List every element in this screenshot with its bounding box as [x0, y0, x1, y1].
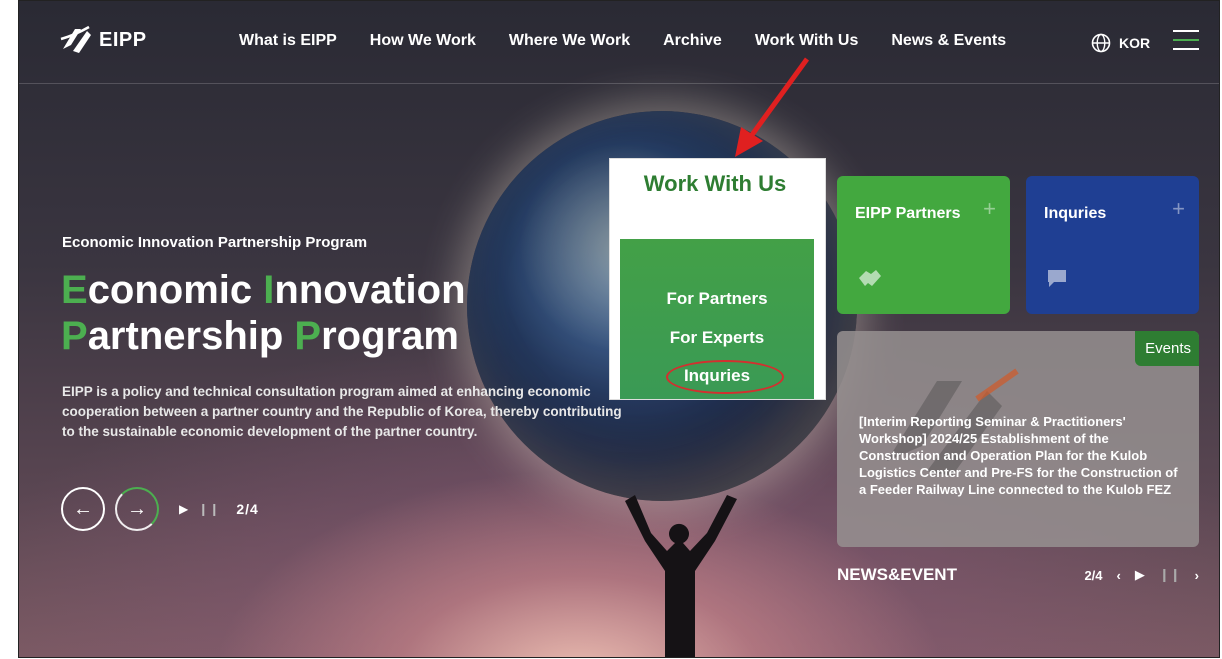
menu-item-archive[interactable]: Archive — [663, 32, 722, 50]
hero-eyebrow: Economic Innovation Partnership Program — [62, 234, 368, 251]
event-badge: Events — [1135, 331, 1199, 366]
event-card[interactable]: Events [Interim Reporting Seminar & Prac… — [837, 331, 1199, 547]
logo-text: EIPP — [99, 28, 147, 51]
arrow-left-icon: ← — [73, 497, 93, 520]
menu-item-how-we-work[interactable]: How We Work — [370, 32, 476, 50]
slide-counter: 2/4 — [236, 501, 259, 517]
news-counter: 2/4 — [1084, 567, 1103, 583]
pause-icon[interactable]: ❙❙ — [198, 502, 220, 516]
news-event-bar: NEWS&EVENT 2/4 ‹ ▶ ❙❙ › — [837, 565, 1199, 589]
plus-icon: + — [983, 196, 996, 221]
chevron-right-icon[interactable]: › — [1195, 568, 1199, 583]
slider-controls: ← → ▶ ❙❙ 2/4 — [61, 487, 259, 531]
previous-slide-button[interactable]: ← — [61, 487, 105, 531]
language-switcher[interactable]: KOR — [1091, 33, 1150, 53]
next-slide-button[interactable]: → — [115, 487, 159, 531]
event-title: [Interim Reporting Seminar & Practitione… — [859, 414, 1178, 497]
eipp-partners-title: EIPP Partners — [855, 205, 961, 222]
dropdown-menu: For Partners For Experts Inquries — [620, 239, 814, 399]
inquiries-card[interactable]: Inquries + — [1026, 176, 1199, 314]
hero-title: Economic Innovation Partnership Program — [61, 267, 466, 359]
logo-icon — [60, 25, 91, 53]
news-event-label[interactable]: NEWS&EVENT — [837, 565, 957, 585]
hero-description: EIPP is a policy and technical consultat… — [62, 384, 622, 439]
top-navigation: EIPP What is EIPP How We Work Where We W… — [19, 1, 1219, 84]
play-icon[interactable]: ▶ — [1135, 567, 1145, 583]
menu-item-what-is-eipp[interactable]: What is EIPP — [239, 32, 337, 50]
menu-item-work-with-us[interactable]: Work With Us — [755, 32, 859, 50]
person-silhouette — [625, 495, 737, 657]
handshake-icon — [857, 268, 883, 296]
plus-icon: + — [1172, 196, 1185, 221]
dropdown-item-for-experts[interactable]: For Experts — [620, 328, 814, 348]
news-controls: 2/4 ‹ ▶ ❙❙ › — [1084, 567, 1199, 583]
page-frame: EIPP What is EIPP How We Work Where We W… — [18, 0, 1220, 658]
menu-item-news-events[interactable]: News & Events — [891, 32, 1006, 50]
chevron-left-icon[interactable]: ‹ — [1117, 568, 1121, 583]
inquiries-card-title: Inquries — [1044, 205, 1107, 222]
hero-title-line-1: Economic Innovation — [61, 268, 466, 312]
red-arrow-annotation — [735, 57, 810, 157]
arrow-right-icon: → — [127, 497, 147, 520]
hero-title-line-2: Partnership Program — [61, 314, 459, 358]
dropdown-title: Work With Us — [643, 171, 787, 196]
main-menu: What is EIPP How We Work Where We Work A… — [239, 32, 1006, 50]
chat-icon — [1046, 268, 1070, 296]
pause-icon[interactable]: ❙❙ — [1159, 567, 1181, 583]
logo[interactable]: EIPP — [59, 25, 147, 55]
highlight-oval — [666, 360, 784, 394]
play-icon[interactable]: ▶ — [179, 502, 188, 516]
work-with-us-dropdown: Work With Us For Partners For Experts In… — [609, 158, 826, 400]
menu-item-where-we-work[interactable]: Where We Work — [509, 32, 630, 50]
globe-icon — [1091, 33, 1111, 53]
language-label: KOR — [1119, 35, 1151, 51]
eipp-partners-card[interactable]: EIPP Partners + — [837, 176, 1010, 314]
hamburger-menu-icon[interactable] — [1173, 30, 1199, 50]
dropdown-item-for-partners[interactable]: For Partners — [620, 289, 814, 309]
